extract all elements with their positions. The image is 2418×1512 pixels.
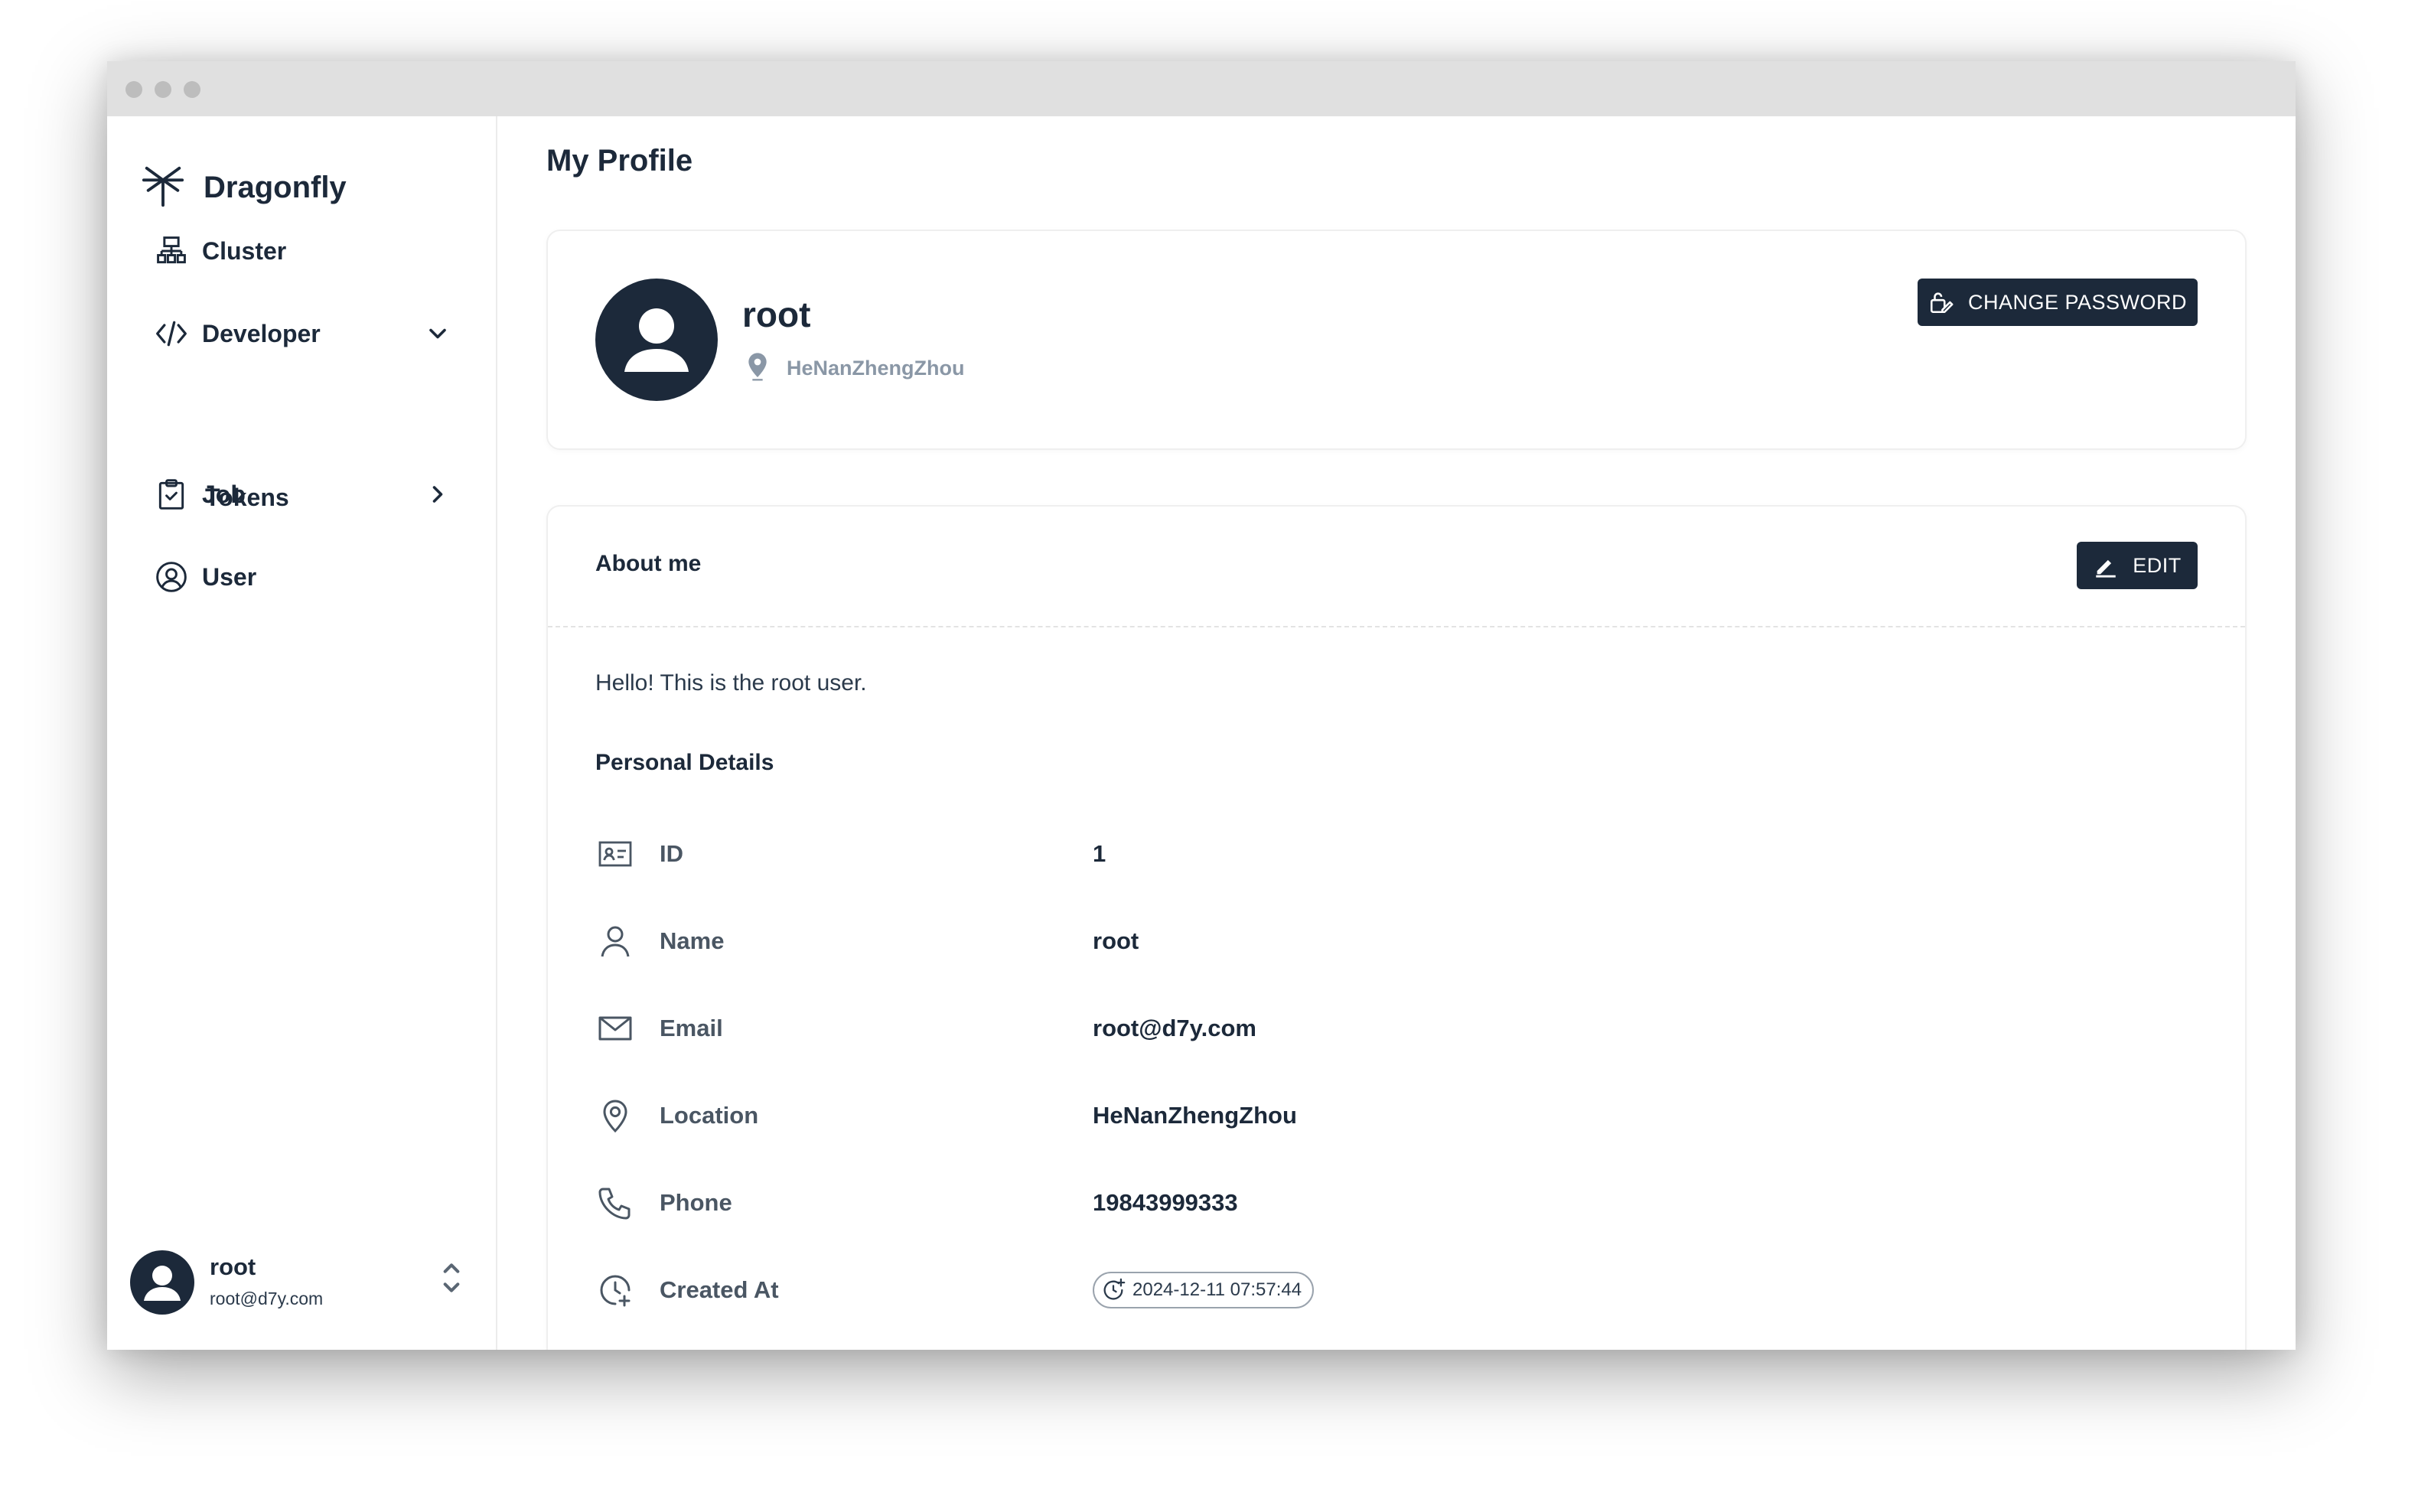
clock-plus-icon — [1103, 1278, 1126, 1300]
sidebar-item-label: Job — [202, 480, 246, 508]
mail-icon — [595, 1009, 635, 1048]
brand[interactable]: Dragonfly — [141, 164, 347, 212]
detail-label: Created At — [660, 1276, 779, 1303]
phone-icon — [595, 1183, 635, 1223]
detail-value: HeNanZhengZhou — [1093, 1102, 1297, 1129]
sidebar-item-label: Developer — [202, 319, 321, 347]
personal-details-title: Personal Details — [595, 750, 774, 775]
current-user-email: root@d7y.com — [210, 1289, 324, 1308]
detail-label: Name — [660, 927, 725, 954]
pencil-icon — [2096, 559, 2116, 578]
detail-row-location: Location HeNanZhengZhou — [595, 1093, 1743, 1139]
detail-row-name: Name root — [595, 918, 1743, 964]
profile-name: root — [742, 295, 811, 334]
browser-window: Dragonfly Cluster Developer Tokens Job U… — [107, 61, 2296, 1350]
sidebar: Dragonfly Cluster Developer Tokens Job U… — [107, 116, 497, 1350]
id-card-icon — [595, 834, 635, 874]
change-password-button[interactable]: CHANGE PASSWORD — [1918, 279, 2198, 326]
dragonfly-logo-icon — [141, 164, 185, 212]
detail-row-id: ID 1 — [595, 831, 1743, 877]
window-titlebar — [107, 61, 2296, 116]
chevron-right-icon — [424, 481, 451, 508]
avatar — [595, 279, 718, 401]
detail-value: root — [1093, 927, 1139, 954]
edit-label: EDIT — [2133, 553, 2182, 577]
about-me-title: About me — [595, 551, 702, 576]
brand-name: Dragonfly — [204, 171, 347, 204]
change-password-label: CHANGE PASSWORD — [1967, 290, 2188, 314]
unfold-icon[interactable] — [436, 1255, 467, 1301]
sidebar-item-label: Cluster — [202, 236, 287, 265]
code-icon — [153, 315, 190, 352]
sidebar-item-job[interactable]: Job — [153, 467, 451, 522]
detail-value: 1 — [1093, 840, 1106, 867]
detail-row-created-at: Created At 2024-12-11 07:57:44 — [595, 1267, 1743, 1313]
location-pin-icon — [742, 350, 773, 386]
minimize-dot[interactable] — [155, 81, 171, 98]
current-user-menu[interactable]: root root@d7y.com — [130, 1247, 467, 1316]
sidebar-item-cluster[interactable]: Cluster — [153, 223, 451, 279]
close-dot[interactable] — [125, 81, 142, 98]
profile-location: HeNanZhengZhou — [742, 350, 964, 386]
current-user-name: root — [210, 1253, 256, 1280]
detail-value: 19843999333 — [1093, 1189, 1238, 1216]
edit-button[interactable]: EDIT — [2077, 542, 2198, 589]
detail-label: Location — [660, 1102, 759, 1129]
chevron-down-icon — [424, 320, 451, 347]
detail-row-email: Email root@d7y.com — [595, 1005, 1743, 1051]
detail-value: root@d7y.com — [1093, 1015, 1256, 1041]
detail-label: Email — [660, 1015, 723, 1041]
detail-value: 2024-12-11 07:57:44 — [1132, 1279, 1302, 1300]
avatar — [130, 1250, 194, 1315]
detail-label: ID — [660, 840, 683, 867]
user-circle-icon — [153, 559, 190, 595]
maximize-dot[interactable] — [184, 81, 200, 98]
main-content: My Profile root HeNanZhengZhou CHANGE PA… — [499, 116, 2296, 1350]
location-icon — [595, 1096, 635, 1136]
about-me-card: About me EDIT Hello! This is the root us… — [546, 505, 2247, 1350]
divider — [548, 626, 2245, 627]
profile-header-card: root HeNanZhengZhou CHANGE PASSWORD — [546, 230, 2247, 450]
sidebar-item-developer[interactable]: Developer — [153, 306, 451, 361]
about-bio: Hello! This is the root user. — [595, 670, 867, 696]
clock-plus-icon — [595, 1270, 635, 1310]
created-at-chip: 2024-12-11 07:57:44 — [1093, 1272, 1315, 1308]
page-title: My Profile — [546, 144, 693, 178]
sidebar-item-user[interactable]: User — [153, 549, 451, 604]
cluster-icon — [153, 233, 190, 269]
sidebar-item-label: User — [202, 562, 257, 591]
person-icon — [595, 921, 635, 961]
clipboard-check-icon — [153, 476, 190, 513]
detail-label: Phone — [660, 1189, 732, 1216]
detail-row-phone: Phone 19843999333 — [595, 1180, 1743, 1226]
lock-edit-icon — [1930, 292, 1954, 314]
profile-location-text: HeNanZhengZhou — [787, 357, 965, 380]
